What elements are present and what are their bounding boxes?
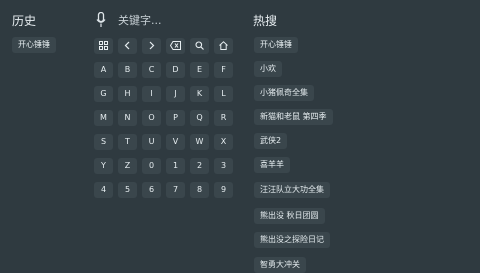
hot-item[interactable]: 智勇大冲关 (254, 257, 306, 273)
key-p[interactable]: P (166, 110, 185, 126)
key-y[interactable]: Y (94, 158, 113, 174)
history-panel: 历史 开心锤锤 (0, 0, 90, 270)
key-o[interactable]: O (142, 110, 161, 126)
grid-icon[interactable] (94, 38, 113, 54)
key-7[interactable]: 7 (166, 182, 185, 198)
key-4[interactable]: 4 (94, 182, 113, 198)
hot-item[interactable]: 熊出没 秋日团圆 (254, 208, 325, 224)
hot-title: 热搜 (253, 14, 278, 28)
key-h[interactable]: H (118, 86, 137, 102)
microphone-icon[interactable] (96, 11, 106, 28)
key-c[interactable]: C (142, 62, 161, 78)
key-q[interactable]: Q (190, 110, 209, 126)
key-3[interactable]: 3 (214, 158, 233, 174)
key-a[interactable]: A (94, 62, 113, 78)
hot-item[interactable]: 小欢 (254, 61, 282, 77)
key-m[interactable]: M (94, 110, 113, 126)
key-t[interactable]: T (118, 134, 137, 150)
key-s[interactable]: S (94, 134, 113, 150)
key-k[interactable]: K (190, 86, 209, 102)
history-item[interactable]: 开心锤锤 (12, 37, 56, 53)
hot-item[interactable]: 开心锤锤 (254, 37, 298, 53)
key-1[interactable]: 1 (166, 158, 185, 174)
key-z[interactable]: Z (118, 158, 137, 174)
backspace-icon[interactable] (166, 38, 185, 54)
hot-item[interactable]: 武侠2 (254, 133, 288, 149)
chevron-right-icon[interactable] (142, 38, 161, 54)
key-u[interactable]: U (142, 134, 161, 150)
search-icon[interactable] (190, 38, 209, 54)
hot-item[interactable]: 熊出没之探险日记 (254, 232, 330, 248)
history-title: 历史 (12, 14, 37, 28)
key-9[interactable]: 9 (214, 182, 233, 198)
hot-item[interactable]: 新猫和老鼠 第四季 (254, 109, 333, 125)
key-8[interactable]: 8 (190, 182, 209, 198)
key-l[interactable]: L (214, 86, 233, 102)
key-0[interactable]: 0 (142, 158, 161, 174)
hot-item[interactable]: 汪汪队立大功全集 (254, 182, 330, 198)
hot-item[interactable]: 喜羊羊 (254, 157, 290, 173)
key-x[interactable]: X (214, 134, 233, 150)
hot-item[interactable]: 小猪佩奇全集 (254, 85, 314, 101)
chevron-left-icon[interactable] (118, 38, 137, 54)
key-f[interactable]: F (214, 62, 233, 78)
key-6[interactable]: 6 (142, 182, 161, 198)
hot-panel: 热搜 开心锤锤 小欢 小猪佩奇全集 新猫和老鼠 第四季 武侠2 喜羊羊 汪汪队立… (250, 0, 480, 273)
key-n[interactable]: N (118, 110, 137, 126)
key-e[interactable]: E (190, 62, 209, 78)
key-r[interactable]: R (214, 110, 233, 126)
search-panel: 关键字... A B C D E F G H I J K L M N O P Q (90, 0, 250, 270)
key-g[interactable]: G (94, 86, 113, 102)
key-w[interactable]: W (190, 134, 209, 150)
key-i[interactable]: I (142, 86, 161, 102)
key-5[interactable]: 5 (118, 182, 137, 198)
search-bar[interactable]: 关键字... (96, 10, 246, 30)
key-2[interactable]: 2 (190, 158, 209, 174)
key-j[interactable]: J (166, 86, 185, 102)
key-v[interactable]: V (166, 134, 185, 150)
home-icon[interactable] (214, 38, 233, 54)
key-b[interactable]: B (118, 62, 137, 78)
search-input[interactable]: 关键字... (118, 12, 162, 28)
key-d[interactable]: D (166, 62, 185, 78)
